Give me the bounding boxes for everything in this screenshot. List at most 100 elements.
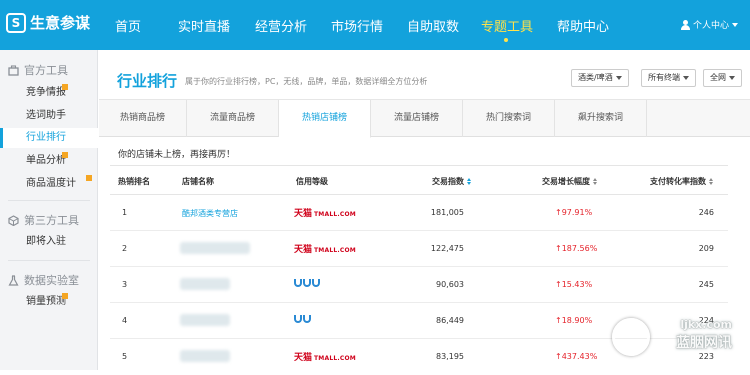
tab-rising-search-terms[interactable]: 飙升搜索词 xyxy=(555,100,647,137)
crown-credit-icon xyxy=(294,279,320,287)
scope-select[interactable]: 全网 xyxy=(703,69,742,87)
sidebar-group-data-lab: 数据实验室 xyxy=(8,272,79,288)
site-watermark: ljkx.com 蓝胭网讯 xyxy=(676,318,732,352)
growth-cell: ↑437.43% xyxy=(555,352,597,361)
new-badge-icon xyxy=(62,152,68,158)
col-conversion-index[interactable]: 支付转化率指数 xyxy=(650,176,713,187)
nav-self-data[interactable]: 自助取数 xyxy=(407,16,459,35)
table-header: 热销排名 店铺名称 信用等级 交易指数 交易增长幅度 支付转化率指数 xyxy=(110,165,728,195)
ranking-tabs: 热销商品榜 流量商品榜 热销店铺榜 流量店铺榜 热门搜索词 飙升搜索词 xyxy=(99,100,750,137)
logo-icon: S xyxy=(6,13,26,33)
tmall-badge: 天猫TMALL.COM xyxy=(294,206,356,219)
tmall-badge: 天猫TMALL.COM xyxy=(294,350,356,363)
top-nav: S 生意参谋 首页 实时直播 经营分析 市场行情 自助取数 专题工具 帮助中心 … xyxy=(0,0,750,50)
new-badge-icon xyxy=(62,293,68,299)
growth-cell: ↑18.90% xyxy=(555,316,592,325)
growth-cell: ↑15.43% xyxy=(555,280,592,289)
page-title: 行业排行 xyxy=(117,70,177,91)
trade-index-cell: 122,475 xyxy=(430,244,464,253)
rank-cell: 3 xyxy=(122,280,127,289)
sidebar-item-coming-soon[interactable]: 即将入驻 xyxy=(0,232,98,252)
sidebar: 官方工具 竞争情报 选词助手 行业排行 单品分析 商品温度计 第三方工具 即将入… xyxy=(0,50,98,370)
chevron-down-icon xyxy=(683,76,689,80)
sidebar-group-official-label: 官方工具 xyxy=(24,62,68,78)
chevron-down-icon xyxy=(732,23,738,27)
blurred-shop-name xyxy=(180,242,250,254)
tab-traffic-shops[interactable]: 流量店铺榜 xyxy=(371,100,463,137)
sidebar-item-keyword-helper[interactable]: 选词助手 xyxy=(0,106,98,126)
col-rank: 热销排名 xyxy=(118,176,150,187)
table-row[interactable]: 3 90,603 ↑15.43% 245 xyxy=(110,267,728,303)
active-nav-indicator xyxy=(504,38,508,42)
tab-hot-search-terms[interactable]: 热门搜索词 xyxy=(463,100,555,137)
sort-icon[interactable] xyxy=(593,178,597,185)
arrow-up-icon: ↑ xyxy=(555,352,562,361)
sidebar-divider xyxy=(8,200,90,201)
nav-realtime[interactable]: 实时直播 xyxy=(178,16,230,35)
nav-home[interactable]: 首页 xyxy=(115,16,141,35)
col-shop-name: 店铺名称 xyxy=(182,176,214,187)
nav-help-center[interactable]: 帮助中心 xyxy=(557,16,609,35)
sidebar-item-competition[interactable]: 竞争情报 xyxy=(0,83,98,103)
sort-icon[interactable] xyxy=(709,178,713,185)
shop-name-link[interactable]: 酷邦酒类专营店 xyxy=(182,208,238,219)
trade-index-cell: 181,005 xyxy=(430,208,464,217)
cube-icon xyxy=(8,215,19,226)
trade-index-cell: 90,603 xyxy=(430,280,464,289)
conversion-cell: 245 xyxy=(690,280,714,289)
category-select[interactable]: 酒类/啤酒 xyxy=(571,69,629,87)
chevron-down-icon xyxy=(616,76,622,80)
toolbox-icon xyxy=(8,65,19,76)
sidebar-item-product-analysis[interactable]: 单品分析 xyxy=(0,151,98,171)
rank-cell: 1 xyxy=(122,208,127,217)
sidebar-item-sales-forecast[interactable]: 销量预测 xyxy=(0,292,98,312)
new-badge-icon xyxy=(62,84,68,90)
ranking-notice: 你的店铺未上榜，再接再厉！ xyxy=(118,147,235,160)
sort-icon[interactable] xyxy=(467,178,471,185)
sidebar-item-product-thermometer[interactable]: 商品温度计 xyxy=(0,174,98,194)
sidebar-group-third-label: 第三方工具 xyxy=(24,212,79,228)
crown-credit-icon xyxy=(294,315,311,323)
tab-traffic-products[interactable]: 流量商品榜 xyxy=(187,100,279,137)
app-logo[interactable]: S 生意参谋 xyxy=(6,12,90,33)
growth-cell: ↑187.56% xyxy=(555,244,597,253)
col-trade-growth[interactable]: 交易增长幅度 xyxy=(542,176,597,187)
conversion-cell: 223 xyxy=(690,352,714,361)
terminal-select[interactable]: 所有终端 xyxy=(641,69,696,87)
nav-market[interactable]: 市场行情 xyxy=(331,16,383,35)
sidebar-group-lab-label: 数据实验室 xyxy=(24,272,79,288)
conversion-cell: 209 xyxy=(690,244,714,253)
arrow-up-icon: ↑ xyxy=(555,316,562,325)
tmall-badge: 天猫TMALL.COM xyxy=(294,242,356,255)
trade-index-cell: 83,195 xyxy=(430,352,464,361)
sidebar-item-industry-ranking[interactable]: 行业排行 xyxy=(0,128,99,148)
arrow-up-icon: ↑ xyxy=(555,280,562,289)
sidebar-divider xyxy=(8,260,90,261)
user-center[interactable]: 个人中心 xyxy=(681,18,738,31)
flask-icon xyxy=(8,275,19,286)
col-credit: 信用等级 xyxy=(296,176,328,187)
col-trade-index[interactable]: 交易指数 xyxy=(432,176,471,187)
arrow-up-icon: ↑ xyxy=(555,208,562,217)
table-row[interactable]: 2 天猫TMALL.COM 122,475 ↑187.56% 209 xyxy=(110,231,728,267)
nav-special-tools[interactable]: 专题工具 xyxy=(481,16,533,35)
growth-cell: ↑97.91% xyxy=(555,208,592,217)
logo-text: 生意参谋 xyxy=(30,12,90,33)
sidebar-group-third-party: 第三方工具 xyxy=(8,212,79,228)
table-row[interactable]: 1 酷邦酒类专营店 天猫TMALL.COM 181,005 ↑97.91% 24… xyxy=(110,195,728,231)
rank-cell: 5 xyxy=(122,352,127,361)
blurred-shop-name xyxy=(180,278,230,290)
nav-business-analysis[interactable]: 经营分析 xyxy=(255,16,307,35)
chevron-down-icon xyxy=(729,76,735,80)
arrow-up-icon: ↑ xyxy=(555,244,562,253)
watermark-logo-icon xyxy=(612,318,650,356)
tab-hot-shops[interactable]: 热销店铺榜 xyxy=(279,100,371,138)
tab-hot-products[interactable]: 热销商品榜 xyxy=(99,100,187,137)
user-center-label: 个人中心 xyxy=(693,18,729,31)
blurred-shop-name xyxy=(180,350,230,362)
new-badge-icon xyxy=(86,175,92,181)
sidebar-group-official: 官方工具 xyxy=(8,62,68,78)
trade-index-cell: 86,449 xyxy=(430,316,464,325)
main-header: 行业排行 属于你的行业排行榜，PC，无线，品牌，单品，数据详细全方位分析 酒类/… xyxy=(99,50,750,100)
blurred-shop-name xyxy=(180,314,230,326)
